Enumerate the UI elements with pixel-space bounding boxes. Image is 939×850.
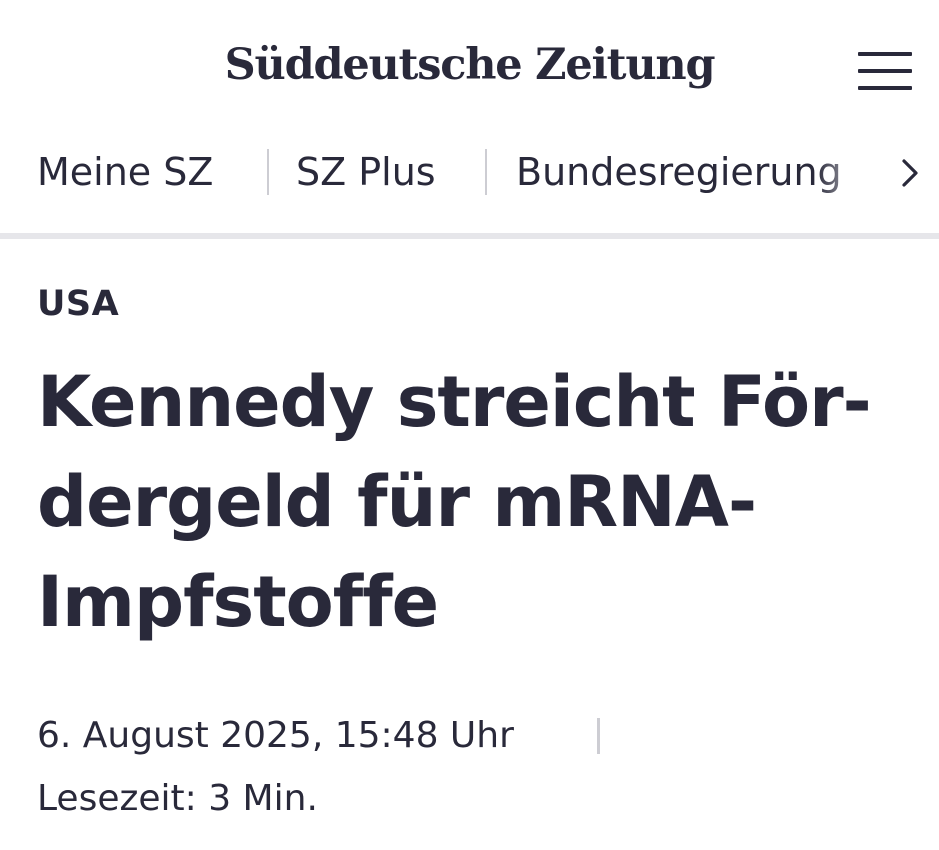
article-date: 6. August 2025, 15:48 Uhr: [37, 715, 514, 756]
nav-item-sz-plus[interactable]: SZ Plus: [296, 148, 436, 196]
section-nav: Meine SZ SZ Plus Bundesregierung: [0, 138, 939, 208]
chevron-right-icon[interactable]: [895, 158, 925, 188]
article-kicker[interactable]: USA: [37, 282, 119, 326]
headline-line: Kennedy streicht För-: [37, 361, 872, 443]
article-headline: Kennedy streicht För- dergeld für mRNA- …: [37, 352, 917, 652]
headline-line: dergeld für mRNA-: [37, 461, 757, 543]
nav-item-meine-sz[interactable]: Meine SZ: [37, 148, 213, 196]
menu-bar-middle: [858, 69, 912, 73]
menu-bar-bottom: [858, 86, 912, 90]
reading-time: Lesezeit: 3 Min.: [37, 778, 318, 819]
nav-separator: [485, 149, 487, 195]
nav-separator: [267, 149, 269, 195]
site-header: Süddeutsche Zeitung: [0, 0, 939, 130]
nav-item-bundesregierung[interactable]: Bundesregierung: [516, 148, 842, 196]
headline-line: Impfstoffe: [37, 561, 439, 643]
site-logo[interactable]: Süddeutsche Zeitung: [0, 34, 939, 96]
meta-separator: [597, 718, 600, 754]
header-divider: [0, 233, 939, 239]
hamburger-menu-icon[interactable]: [855, 48, 915, 96]
menu-bar-top: [858, 52, 912, 56]
